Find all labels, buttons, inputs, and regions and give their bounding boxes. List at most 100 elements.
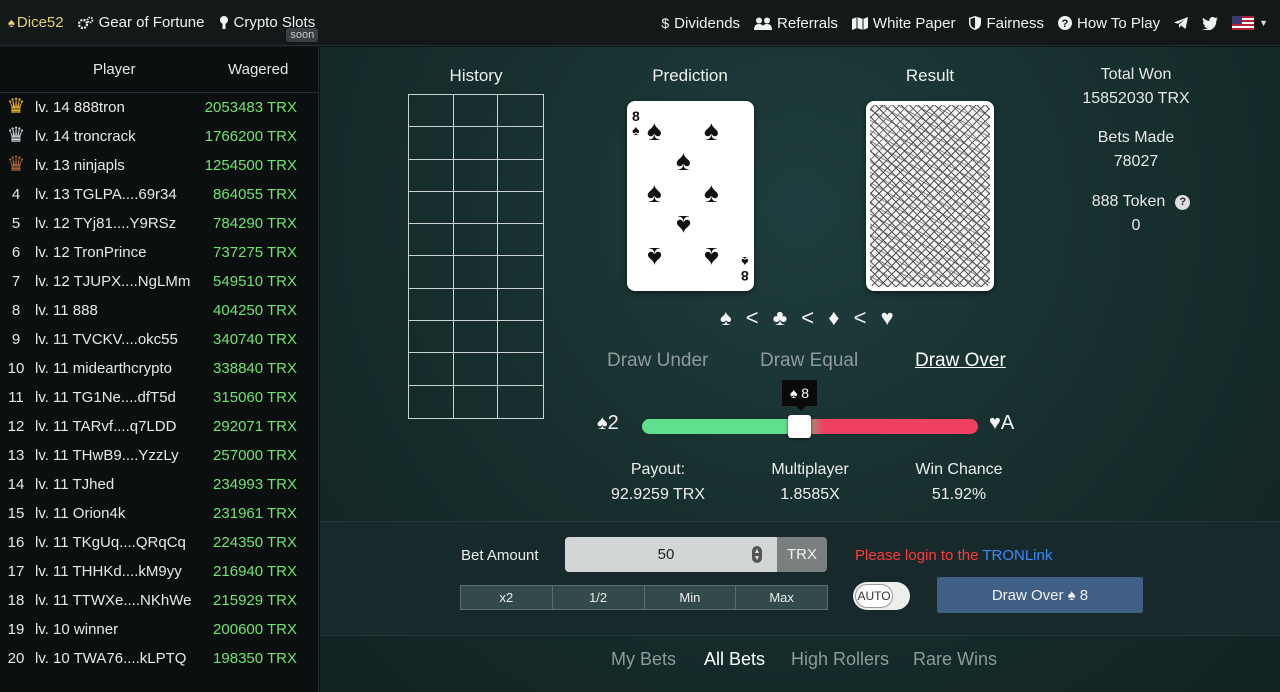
nav-white-paper[interactable]: White Paper	[851, 14, 956, 32]
double-bet-button[interactable]: x2	[461, 586, 553, 609]
help-icon[interactable]: ?	[1175, 194, 1191, 210]
telegram-icon[interactable]	[1174, 17, 1189, 29]
player-name: lv. 11 TVCKV....okc55	[35, 331, 178, 348]
tab-all-bets[interactable]: All Bets	[704, 649, 765, 670]
draw-equal-option[interactable]: Draw Equal	[760, 350, 858, 372]
shield-icon	[969, 16, 982, 30]
column-header-player: Player	[93, 61, 136, 78]
spade-pip: ♠	[647, 177, 662, 208]
wagered-amount: 864055 TRX	[213, 186, 297, 203]
player-name: lv. 11 THHKd....kM9yy	[35, 563, 182, 580]
nav-referrals[interactable]: Referrals	[754, 15, 838, 32]
leaderboard-row: 20 lv. 10 TWA76....kLPTQ 198350 TRX	[0, 644, 319, 673]
bets-tabs: My Bets All Bets High Rollers Rare Wins	[320, 643, 1280, 676]
leaderboard-header: Player Wagered	[0, 47, 318, 93]
player-name: lv. 12 TYj81....Y9RSz	[35, 215, 177, 232]
player-name: lv. 13 TGLPA....69r34	[35, 186, 177, 203]
wagered-amount: 737275 TRX	[213, 244, 297, 261]
rank-number: 20	[7, 650, 25, 667]
history-cell	[409, 127, 454, 160]
card-corner-bottom: 8 ♠	[741, 254, 749, 284]
leaderboard-row: 5 lv. 12 TYj81....Y9RSz 784290 TRX	[0, 209, 319, 238]
history-cell	[409, 256, 454, 289]
nav-fairness[interactable]: Fairness	[969, 15, 1044, 32]
nav-label: Dividends	[674, 14, 741, 32]
auto-toggle[interactable]: AUTO	[853, 582, 910, 610]
history-cell	[454, 385, 499, 418]
rank-number: 19	[7, 621, 25, 638]
top-navbar: ♠ Dice52 Gear of Fortune Crypto Slots so…	[0, 0, 1280, 46]
stepper-icon[interactable]: ▲ ▼	[752, 546, 762, 563]
rank-number: 7	[11, 273, 21, 290]
player-name: lv. 14 troncrack	[35, 128, 136, 145]
history-cell	[409, 353, 454, 386]
nav-label: White Paper	[872, 14, 956, 32]
history-cell	[409, 288, 454, 322]
history-cell	[409, 159, 454, 192]
wagered-amount: 315060 TRX	[213, 389, 297, 406]
leaderboard-row: 10 lv. 11 midearthcrypto 338840 TRX	[0, 354, 319, 383]
history-cell	[498, 95, 543, 128]
prediction-title: Prediction	[652, 66, 728, 85]
caret-down-icon[interactable]: ▼	[1259, 18, 1268, 28]
twitter-icon[interactable]	[1202, 16, 1219, 30]
rank-number: 15	[7, 505, 25, 522]
token-value: 0	[1131, 217, 1141, 234]
leaderboard-row: 12 lv. 11 TARvf....q7LDD 292071 TRX	[0, 412, 319, 441]
history-cell	[453, 224, 499, 257]
us-flag-icon[interactable]	[1232, 16, 1255, 30]
min-bet-button[interactable]: Min	[644, 586, 737, 609]
token-label: 888 Token	[1091, 193, 1166, 210]
draw-under-option[interactable]: Draw Under	[607, 350, 708, 372]
history-cell	[453, 288, 499, 322]
tab-my-bets[interactable]: My Bets	[611, 649, 676, 670]
max-bet-button[interactable]: Max	[736, 586, 827, 609]
rank-number: 8	[11, 302, 21, 319]
bets-made-label: Bets Made	[1097, 129, 1175, 146]
player-name: lv. 10 winner	[35, 621, 119, 638]
tronlink-link[interactable]: TRONLink	[982, 547, 1052, 564]
total-won-value: 15852030 TRX	[1082, 90, 1190, 107]
brand-logo[interactable]: ♠ Dice52	[8, 14, 64, 31]
player-name: lv. 11 Orion4k	[35, 505, 126, 522]
wagered-amount: 200600 TRX	[213, 621, 297, 638]
half-bet-button[interactable]: 1/2	[552, 586, 645, 609]
leaderboard-row: 17 lv. 11 THHKd....kM9yy 216940 TRX	[0, 557, 319, 586]
leaderboard-row: ♛ lv. 14 888tron 2053483 TRX	[0, 93, 319, 122]
tab-high-rollers[interactable]: High Rollers	[791, 649, 889, 670]
crown-icon: ♛	[6, 124, 26, 147]
nav-crypto-slots[interactable]: Crypto Slots soon	[219, 14, 319, 42]
leaderboard-row: 15 lv. 11 Orion4k 231961 TRX	[0, 499, 319, 528]
card-back-pattern	[870, 105, 990, 287]
spade-pip: ♠	[647, 115, 662, 146]
wagered-amount: 224350 TRX	[213, 534, 297, 551]
slider-min-label: ♠2	[597, 412, 619, 434]
bet-amount-input[interactable]	[565, 537, 777, 572]
rank-number: 18	[7, 592, 25, 609]
player-name: lv. 11 TG1Ne....dfT5d	[35, 389, 176, 406]
wagered-amount: 1254500 TRX	[204, 157, 297, 174]
nav-how-to-play[interactable]: ? How To Play	[1057, 15, 1160, 32]
history-cell	[453, 321, 499, 354]
history-cell	[453, 95, 499, 128]
player-name: lv. 11 TTWXe....NKhWe	[35, 592, 192, 609]
draw-over-button[interactable]: Draw Over ♠ 8	[937, 577, 1143, 613]
auto-toggle-label: AUTO	[855, 584, 893, 608]
win-chance-label: Win Chance	[915, 461, 1003, 478]
history-grid	[408, 94, 544, 419]
player-name: lv. 11 TKgUq....QRqCq	[35, 534, 186, 551]
wagered-amount: 215929 TRX	[213, 592, 297, 609]
history-cell	[409, 95, 454, 128]
card-slider-handle[interactable]	[788, 415, 811, 438]
nav-dividends[interactable]: $ Dividends	[661, 15, 740, 32]
rank-number: 10	[7, 360, 25, 377]
leaderboard-row: 6 lv. 12 TronPrince 737275 TRX	[0, 238, 319, 267]
dollar-icon: $	[661, 15, 670, 31]
question-circle-icon: ?	[1057, 16, 1072, 30]
draw-over-option[interactable]: Draw Over	[915, 350, 1006, 372]
leaderboard-row: 11 lv. 11 TG1Ne....dfT5d 315060 TRX	[0, 383, 319, 412]
history-cell	[498, 321, 543, 354]
player-name: lv. 11 TARvf....q7LDD	[35, 418, 177, 435]
nav-gear-of-fortune[interactable]: Gear of Fortune	[77, 14, 205, 31]
tab-rare-wins[interactable]: Rare Wins	[913, 649, 997, 670]
